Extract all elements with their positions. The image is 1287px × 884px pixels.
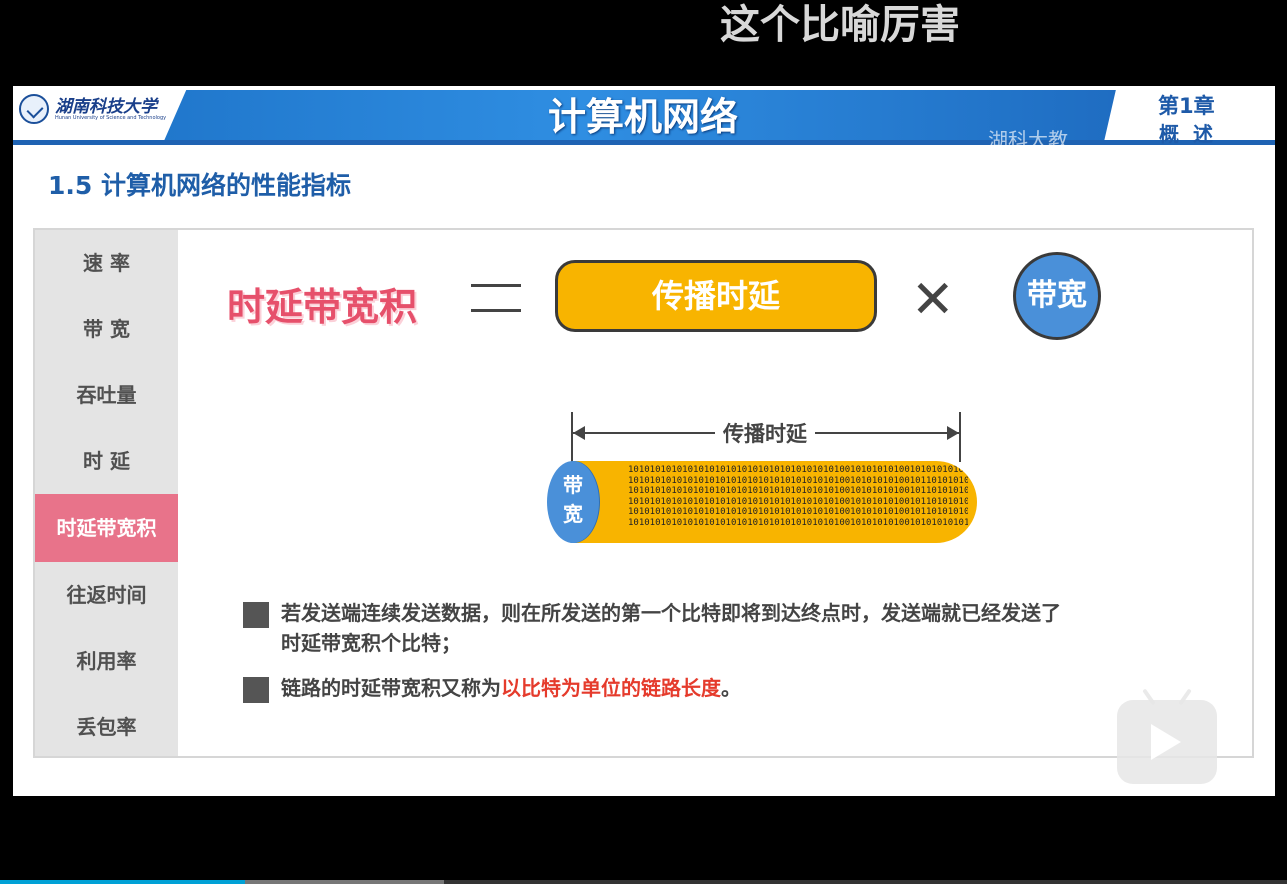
sidebar-item-rtt[interactable]: 往返时间 bbox=[35, 562, 178, 628]
sidebar-item-utilization[interactable]: 利用率 bbox=[35, 628, 178, 694]
link-pipe: 1010101010101010101010101010101010101010… bbox=[573, 461, 977, 543]
university-name-en: Hunan University of Science and Technolo… bbox=[55, 115, 167, 121]
watermark-text: 湖科大教 bbox=[988, 128, 1068, 152]
bit-row: 1010101010101010101010101010101010101010… bbox=[628, 475, 968, 486]
sidebar-item-bandwidth[interactable]: 带 宽 bbox=[35, 296, 178, 362]
bit-row: 1010101010101010101010101010101010101010… bbox=[628, 517, 968, 528]
bit-row: 1010101010101010101010101010101010101010… bbox=[628, 507, 968, 518]
bit-row: 1010101010101010101010101010101010101010… bbox=[628, 496, 968, 507]
bandwidth-circle: 带宽 bbox=[1013, 252, 1101, 340]
university-name: 湖南科技大学 bbox=[55, 97, 157, 117]
slide: 湖南科技大学 Hunan University of Science and T… bbox=[13, 86, 1275, 796]
section-title: 1.5 计算机网络的性能指标 bbox=[48, 171, 351, 200]
arrow-label: 传播时延 bbox=[715, 418, 815, 448]
pipe-cap-bandwidth: 带宽 bbox=[547, 461, 599, 543]
bit-row: 1010101010101010101010101010101010101010… bbox=[628, 486, 968, 497]
bullet-square-icon bbox=[243, 677, 269, 703]
university-motto: 惟实惟新 至诚致志 bbox=[23, 131, 109, 139]
formula-lhs: 时延带宽积 bbox=[227, 285, 418, 329]
equals-sign bbox=[471, 284, 521, 312]
chapter-number: 第1章 bbox=[1158, 94, 1215, 118]
chapter-name: 概述 bbox=[1159, 122, 1227, 146]
bullet-2-suffix: 。 bbox=[721, 676, 741, 700]
sidebar-item-delay-bandwidth-product[interactable]: 时延带宽积 bbox=[35, 494, 178, 562]
arrow-head-right-icon bbox=[947, 426, 959, 440]
multiply-icon: ✕ bbox=[911, 270, 955, 330]
bit-stream: 1010101010101010101010101010101010101010… bbox=[628, 465, 968, 529]
bullet-2: 链路的时延带宽积又称为以比特为单位的链路长度。 bbox=[281, 673, 741, 703]
course-title: 计算机网络 bbox=[547, 95, 738, 139]
video-subtitle: 这个比喻厉害 bbox=[720, 2, 960, 48]
sidebar-item-delay[interactable]: 时 延 bbox=[35, 428, 178, 494]
pipe-cap-label: 带宽 bbox=[563, 473, 583, 526]
sidebar-item-throughput[interactable]: 吞吐量 bbox=[35, 362, 178, 428]
arrow-tick-right bbox=[959, 412, 961, 462]
arrow-head-left-icon bbox=[573, 426, 585, 440]
sidebar-item-packet-loss[interactable]: 丢包率 bbox=[35, 694, 178, 760]
bullet-1-line-1: 若发送端连续发送数据，则在所发送的第一个比特即将到达终点时，发送端就已经发送了 bbox=[281, 601, 1061, 625]
bullet-1-line-2: 时延带宽积个比特； bbox=[281, 631, 461, 655]
university-seal-icon bbox=[19, 94, 49, 124]
content-frame: 速 率 带 宽 吞吐量 时 延 时延带宽积 往返时间 利用率 丢包率 时延带宽积… bbox=[33, 228, 1254, 758]
bullet-2-prefix: 链路的时延带宽积又称为 bbox=[281, 676, 501, 700]
play-icon bbox=[1151, 724, 1181, 760]
video-progress-bar[interactable] bbox=[0, 880, 1287, 884]
slide-header: 湖南科技大学 Hunan University of Science and T… bbox=[13, 86, 1275, 152]
bit-row: 1010101010101010101010101010101010101010… bbox=[628, 465, 968, 475]
play-button[interactable] bbox=[1117, 688, 1217, 784]
propagation-delay-box: 传播时延 bbox=[555, 260, 877, 332]
video-progress-fill bbox=[0, 880, 245, 884]
topic-sidebar: 速 率 带 宽 吞吐量 时 延 时延带宽积 往返时间 利用率 丢包率 bbox=[35, 230, 178, 756]
bullet-2-emphasis: 以比特为单位的链路长度 bbox=[501, 676, 721, 700]
sidebar-item-rate[interactable]: 速 率 bbox=[35, 230, 178, 296]
bullet-square-icon bbox=[243, 602, 269, 628]
